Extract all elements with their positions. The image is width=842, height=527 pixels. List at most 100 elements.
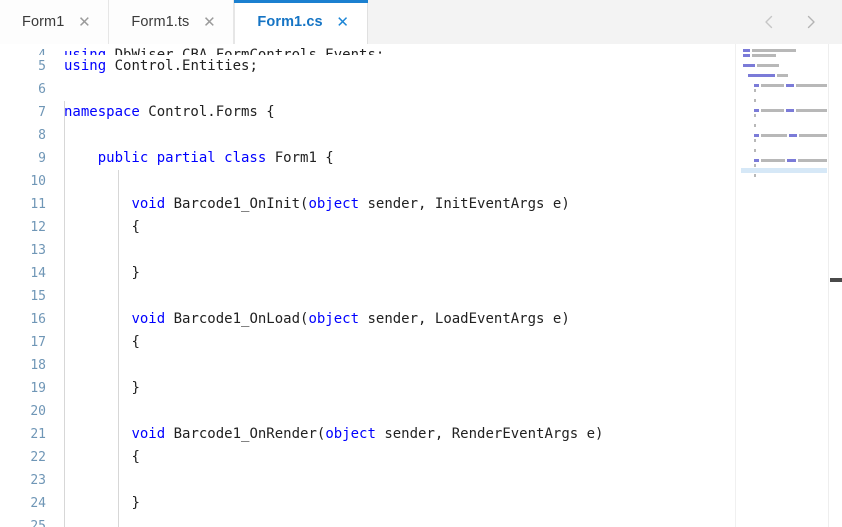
minimap-line — [741, 168, 827, 173]
code-text: { — [131, 449, 140, 465]
tab-close-icon[interactable]: ✕ — [201, 15, 217, 30]
code-line-content[interactable] — [56, 354, 842, 377]
code-keyword: object — [325, 426, 376, 442]
line-number: 4 — [0, 44, 56, 55]
code-line[interactable]: 25 — [0, 515, 842, 527]
code-text: Form1 { — [266, 150, 334, 166]
line-number: 23 — [30, 473, 46, 488]
minimap-token — [761, 109, 785, 112]
line-number: 24 — [30, 496, 46, 511]
code-line[interactable]: 7 namespace Control.Forms { — [0, 101, 842, 124]
minimap-token — [777, 74, 789, 77]
code-line-content[interactable]: } — [56, 262, 842, 285]
code-line[interactable]: 4using DbWiser.CBA.FormControls.Events; — [0, 44, 842, 55]
code-text: Control.Forms { — [139, 104, 275, 120]
code-line[interactable]: 13 — [0, 239, 842, 262]
code-line-content[interactable]: { — [56, 331, 842, 354]
code-line-content[interactable]: void Barcode1_OnRender(object sender, Re… — [56, 423, 842, 446]
code-line-content[interactable] — [56, 285, 842, 308]
code-text: sender, LoadEventArgs e) — [359, 311, 570, 327]
code-line[interactable]: 14 } — [0, 262, 842, 285]
code-line-content[interactable]: using DbWiser.CBA.FormControls.Events; — [56, 44, 842, 55]
code-keyword: void — [131, 196, 166, 212]
code-line-content[interactable]: using Control.Entities; — [56, 55, 842, 78]
editor-tab-form1-cs[interactable]: Form1.cs ✕ — [234, 0, 368, 44]
code-line-content[interactable] — [56, 124, 842, 147]
code-minimap[interactable] — [735, 44, 827, 527]
code-text: Barcode1_OnLoad( — [165, 311, 309, 327]
minimap-token — [748, 74, 776, 77]
code-line-content[interactable]: { — [56, 216, 842, 239]
minimap-token — [753, 114, 756, 117]
minimap-token — [753, 89, 756, 92]
code-keyword: void — [131, 311, 166, 327]
code-line[interactable]: 18 — [0, 354, 842, 377]
code-keyword: object — [308, 311, 360, 327]
minimap-token — [753, 84, 760, 87]
minimap-token — [743, 64, 756, 67]
minimap-token — [751, 54, 777, 57]
tab-nav-next-button[interactable] — [792, 3, 830, 41]
minimap-line — [741, 173, 827, 178]
code-line[interactable]: 20 — [0, 400, 842, 423]
code-text: Control.Entities; — [106, 58, 258, 74]
line-number: 17 — [30, 335, 46, 350]
code-line-content[interactable]: { — [56, 446, 842, 469]
minimap-token — [798, 134, 827, 137]
code-line-content[interactable] — [56, 78, 842, 101]
minimap-token — [796, 109, 827, 112]
code-text-surface[interactable]: 4using DbWiser.CBA.FormControls.Events;5… — [0, 44, 842, 527]
code-keyword: using — [64, 58, 107, 74]
line-number: 15 — [30, 289, 46, 304]
code-line-content[interactable] — [56, 469, 842, 492]
code-line-content[interactable]: } — [56, 492, 842, 515]
code-line-content[interactable]: namespace Control.Forms { — [56, 101, 842, 124]
editor-tab-form1-ts[interactable]: Form1.ts ✕ — [109, 0, 235, 44]
code-editor-window: Form1✕Form1.ts✕Form1.cs✕ 4using DbWis — [0, 0, 842, 527]
tab-close-icon[interactable]: ✕ — [76, 15, 92, 30]
code-line-content[interactable] — [56, 515, 842, 527]
code-line[interactable]: 9 public partial class Form1 { — [0, 147, 842, 170]
code-line[interactable]: 8 — [0, 124, 842, 147]
code-line[interactable]: 15 — [0, 285, 842, 308]
code-text: } — [131, 495, 140, 511]
code-text: Barcode1_OnInit( — [165, 196, 309, 212]
code-line[interactable]: 5 using Control.Entities; — [0, 55, 842, 78]
code-line-content[interactable]: } — [56, 377, 842, 400]
code-line[interactable]: 10 — [0, 170, 842, 193]
line-number: 10 — [30, 174, 46, 189]
code-line[interactable]: 16 void Barcode1_OnLoad(object sender, L… — [0, 308, 842, 331]
code-line[interactable]: 19 } — [0, 377, 842, 400]
minimap-token — [753, 174, 756, 177]
code-line[interactable]: 24 } — [0, 492, 842, 515]
code-line[interactable]: 23 — [0, 469, 842, 492]
code-line-content[interactable]: void Barcode1_OnInit(object sender, Init… — [56, 193, 842, 216]
line-number: 5 — [38, 59, 46, 74]
code-line[interactable]: 6 — [0, 78, 842, 101]
code-line-content[interactable]: void Barcode1_OnLoad(object sender, Load… — [56, 308, 842, 331]
editor-tab-form1[interactable]: Form1 ✕ — [0, 0, 110, 44]
vertical-scrollbar[interactable] — [828, 44, 842, 527]
tab-nav-previous-button[interactable] — [750, 3, 788, 41]
minimap-token — [788, 134, 797, 137]
code-line[interactable]: 22 { — [0, 446, 842, 469]
code-line[interactable]: 12 { — [0, 216, 842, 239]
tab-strip: Form1 ✕ Form1.ts ✕ Form1.cs ✕ — [0, 0, 368, 44]
code-text: } — [131, 380, 140, 396]
code-line[interactable]: 17 { — [0, 331, 842, 354]
code-editor-area[interactable]: 4using DbWiser.CBA.FormControls.Events;5… — [0, 44, 842, 527]
code-text: { — [131, 334, 140, 350]
code-line-content[interactable] — [56, 239, 842, 262]
code-line[interactable]: 21 void Barcode1_OnRender(object sender,… — [0, 423, 842, 446]
minimap-token — [753, 164, 756, 167]
code-line-content[interactable] — [56, 170, 842, 193]
code-line-content[interactable]: public partial class Form1 { — [56, 147, 842, 170]
tab-navigation-controls — [750, 0, 842, 44]
tab-label: Form1 — [22, 14, 65, 30]
code-line-content[interactable] — [56, 400, 842, 423]
tab-close-icon[interactable]: ✕ — [335, 15, 351, 30]
minimap-token — [751, 49, 797, 52]
line-number: 11 — [30, 197, 46, 212]
code-line[interactable]: 11 void Barcode1_OnInit(object sender, I… — [0, 193, 842, 216]
line-number: 8 — [38, 128, 46, 143]
